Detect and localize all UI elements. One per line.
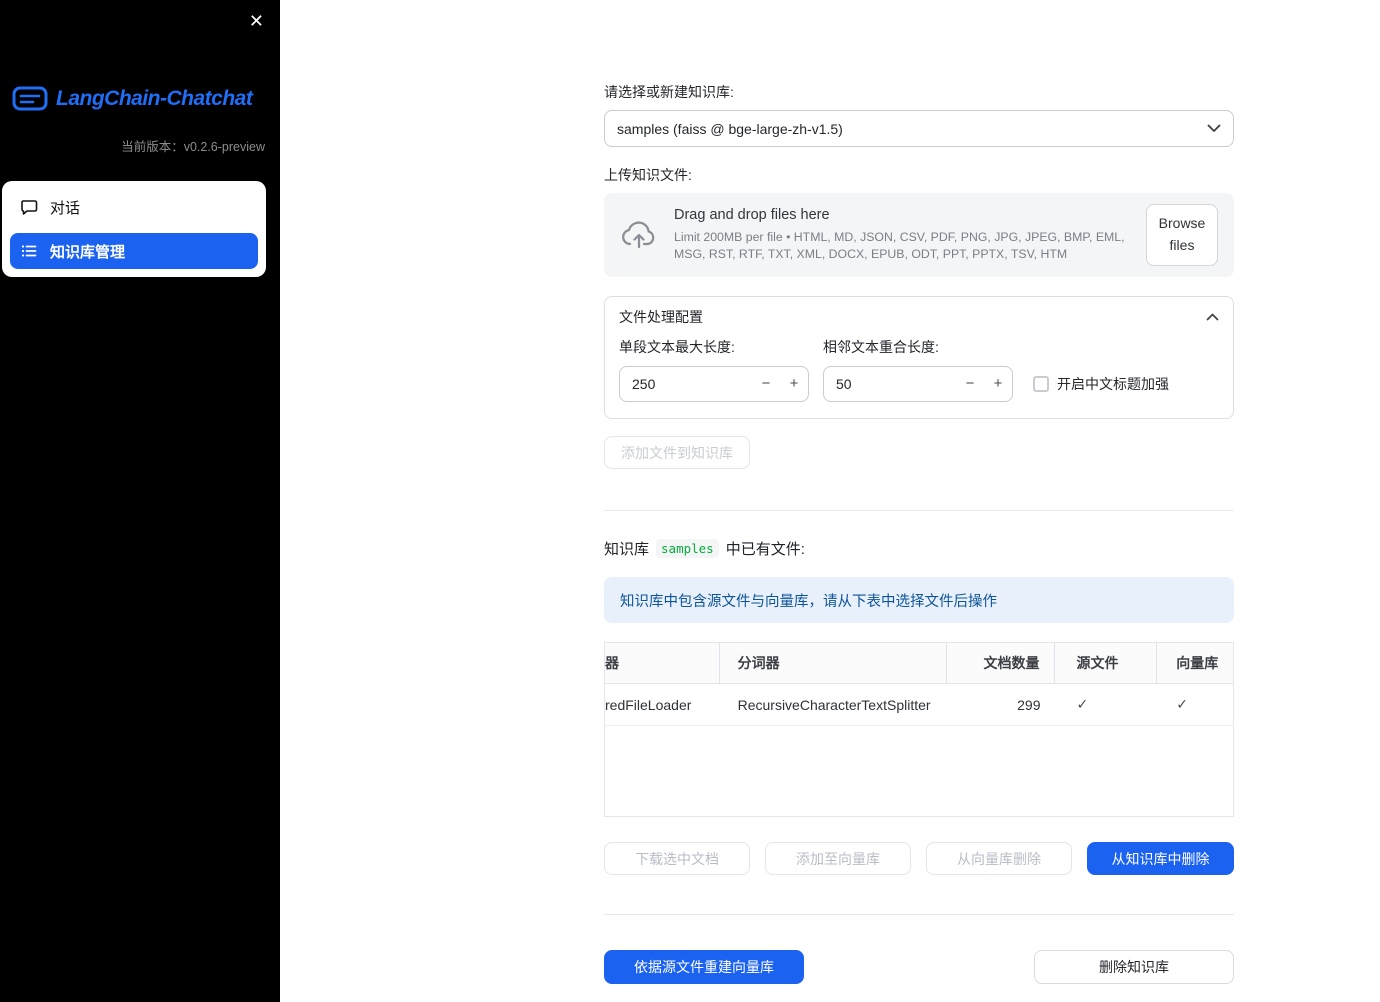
sidebar-item-knowledge-base[interactable]: 知识库管理 [10, 233, 258, 269]
file-dropzone[interactable]: Drag and drop files here Limit 200MB per… [604, 193, 1234, 277]
cell-source-check: ✓ [1055, 684, 1158, 725]
max-length-group: 单段文本最大长度: 250 − + [619, 337, 809, 402]
kb-select-label: 请选择或新建知识库: [604, 84, 734, 100]
table-header-loader[interactable]: 器 [605, 643, 720, 683]
version-text: 当前版本：v0.2.6-preview [121, 140, 265, 154]
upload-label: 上传知识文件: [604, 167, 692, 183]
add-to-vector-store-button[interactable]: 添加至向量库 [765, 842, 911, 875]
table-header-source-file[interactable]: 源文件 [1055, 643, 1158, 683]
sidebar: ✕ LangChain-Chatchat 当前版本：v0.2.6-preview… [0, 0, 280, 1002]
files-table: 器 分词器 文档数量 源文件 向量库 redFileLoader Recursi… [604, 642, 1234, 817]
expander-body: 单段文本最大长度: 250 − + 相邻文本重合长度: 50 − + 开启中文标… [605, 337, 1233, 418]
table-header-row: 器 分词器 文档数量 源文件 向量库 [605, 643, 1233, 684]
overlap-group: 相邻文本重合长度: 50 − + [823, 337, 1013, 402]
table-header-splitter[interactable]: 分词器 [720, 643, 947, 683]
expander-title: 文件处理配置 [619, 309, 703, 325]
sidebar-menu: 对话 知识库管理 [2, 181, 266, 277]
kb-files-suffix: 中已有文件: [725, 541, 805, 558]
table-header-vector-store[interactable]: 向量库 [1157, 643, 1233, 683]
plus-button[interactable]: + [780, 366, 808, 402]
chat-bubble-icon [21, 200, 38, 215]
main-area: 请选择或新建知识库: samples (faiss @ bge-large-zh… [280, 0, 1380, 1002]
plus-button[interactable]: + [984, 366, 1012, 402]
minus-button[interactable]: − [752, 366, 780, 402]
logo-icon [12, 86, 48, 111]
file-config-expander: 文件处理配置 单段文本最大长度: 250 − + 相邻文本重合长度: 50 − … [604, 296, 1234, 419]
check-icon: ✓ [1176, 696, 1188, 712]
kb-select[interactable]: samples (faiss @ bge-large-zh-v1.5) [604, 110, 1234, 147]
dropzone-texts: Drag and drop files here Limit 200MB per… [674, 207, 1130, 262]
browse-files-button[interactable]: Browse files [1146, 204, 1218, 266]
cell-loader: redFileLoader [605, 696, 692, 713]
overlap-value: 50 [836, 376, 852, 392]
kb-select-value: samples (faiss @ bge-large-zh-v1.5) [617, 120, 843, 137]
content-column: 请选择或新建知识库: samples (faiss @ bge-large-zh… [604, 0, 1234, 984]
cell-splitter: RecursiveCharacterTextSplitter [737, 696, 931, 713]
delete-kb-button[interactable]: 删除知识库 [1034, 950, 1234, 984]
sidebar-close-button[interactable]: ✕ [245, 8, 268, 34]
table-empty-area [605, 726, 1233, 816]
file-actions: 下载选中文档 添加至向量库 从向量库删除 从知识库中删除 [604, 842, 1234, 875]
sidebar-item-label: 对话 [50, 199, 81, 217]
list-icon [21, 245, 37, 257]
table-row[interactable]: redFileLoader RecursiveCharacterTextSpli… [605, 684, 1233, 726]
chevron-down-icon [1207, 124, 1221, 132]
cell-doc-count: 299 [1017, 696, 1041, 713]
close-icon: ✕ [248, 11, 264, 31]
minus-button[interactable]: − [956, 366, 984, 402]
divider [604, 510, 1234, 511]
zh-title-enhance-checkbox[interactable]: 开启中文标题加强 [1033, 374, 1169, 394]
download-selected-button[interactable]: 下载选中文档 [604, 842, 750, 875]
kb-name-code: samples [656, 539, 719, 558]
overlap-input[interactable]: 50 − + [823, 366, 1013, 402]
checkbox-icon [1033, 376, 1049, 392]
chevron-up-icon [1206, 313, 1219, 321]
logo: LangChain-Chatchat [12, 84, 268, 114]
bottom-actions: 依据源文件重建向量库 删除知识库 [604, 950, 1234, 984]
cloud-upload-icon [620, 220, 658, 250]
rebuild-vector-store-button[interactable]: 依据源文件重建向量库 [604, 950, 804, 984]
app-root: ✕ LangChain-Chatchat 当前版本：v0.2.6-preview… [0, 0, 1380, 1002]
cell-vector-check: ✓ [1157, 684, 1233, 725]
check-icon: ✓ [1076, 696, 1089, 712]
overlap-label: 相邻文本重合长度: [823, 339, 939, 355]
add-files-button[interactable]: 添加文件到知识库 [604, 436, 750, 469]
info-alert: 知识库中包含源文件与向量库，请从下表中选择文件后操作 [604, 577, 1234, 623]
max-length-input[interactable]: 250 − + [619, 366, 809, 402]
max-length-label: 单段文本最大长度: [619, 339, 735, 355]
table-header-doc-count[interactable]: 文档数量 [947, 643, 1055, 683]
kb-files-heading: 知识库 samples 中已有文件: [604, 538, 1234, 559]
delete-from-kb-button[interactable]: 从知识库中删除 [1087, 842, 1234, 875]
sidebar-item-label: 知识库管理 [50, 243, 126, 261]
sidebar-item-dialogue[interactable]: 对话 [10, 189, 258, 225]
dropzone-title: Drag and drop files here [674, 207, 830, 224]
max-length-value: 250 [632, 376, 656, 392]
delete-from-vector-store-button[interactable]: 从向量库删除 [926, 842, 1072, 875]
checkbox-label: 开启中文标题加强 [1057, 376, 1169, 392]
expander-header[interactable]: 文件处理配置 [605, 297, 1233, 337]
kb-files-prefix: 知识库 [604, 541, 650, 558]
logo-text: LangChain-Chatchat [56, 87, 253, 110]
dropzone-hint: Limit 200MB per file • HTML, MD, JSON, C… [674, 230, 1125, 261]
divider [604, 914, 1234, 915]
